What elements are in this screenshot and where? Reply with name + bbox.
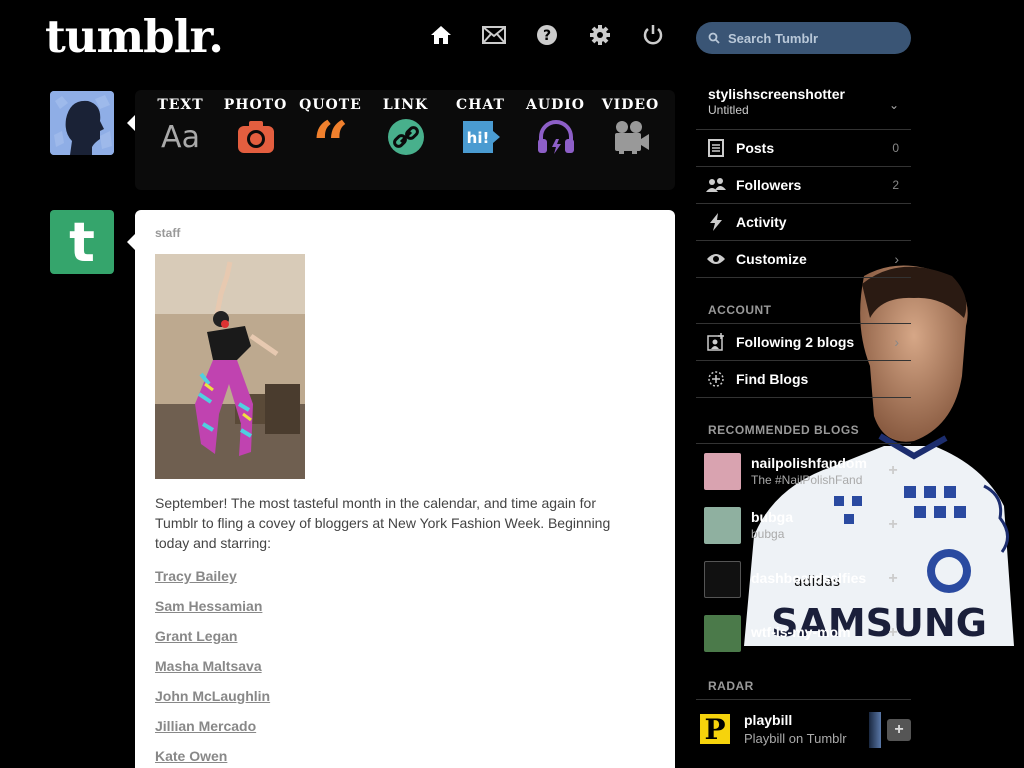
blog-thumbnail xyxy=(704,614,741,652)
radar-heading: RADAR xyxy=(696,672,911,700)
link-icon xyxy=(386,117,426,157)
post-type-video[interactable]: VIDEO xyxy=(593,96,668,190)
chevron-right-icon: › xyxy=(894,334,899,350)
chat-icon: hi! xyxy=(461,117,501,157)
post-type-text[interactable]: TEXT Aa xyxy=(143,96,218,190)
tumblr-logo[interactable]: tumblr. xyxy=(45,10,224,63)
sidebar-item-following[interactable]: Following 2 blogs › xyxy=(696,324,911,361)
follow-plus-icon[interactable]: + xyxy=(883,569,903,589)
blog-selector[interactable]: stylishscreenshotter Untitled ⌄ xyxy=(696,80,911,130)
sidebar-item-posts[interactable]: Posts 0 xyxy=(696,130,911,167)
post-link[interactable]: John McLaughlin xyxy=(155,681,655,711)
staff-avatar[interactable]: t xyxy=(50,210,114,274)
post-link[interactable]: Jillian Mercado xyxy=(155,711,655,741)
sidebar-item-activity[interactable]: Activity xyxy=(696,204,911,241)
posts-icon xyxy=(706,138,726,158)
blog-thumbnail xyxy=(704,506,741,544)
post-link-list: Tracy Bailey Sam Hessamian Grant Legan M… xyxy=(155,561,655,768)
home-icon[interactable] xyxy=(428,22,454,48)
post-type-chat[interactable]: CHAT hi! xyxy=(443,96,518,190)
right-sidebar: stylishscreenshotter Untitled ⌄ Posts 0 … xyxy=(696,80,911,660)
dashboard-post: staff September! The most tasteful month… xyxy=(135,210,675,768)
blog-name: stylishscreenshotter xyxy=(708,86,845,102)
blog-thumbnail xyxy=(704,560,741,598)
followers-icon xyxy=(706,175,726,195)
power-icon[interactable] xyxy=(640,22,666,48)
sidebar-item-customize[interactable]: Customize › xyxy=(696,241,911,278)
composer-pointer xyxy=(127,115,135,131)
follow-plus-icon[interactable]: + xyxy=(883,623,903,643)
mail-icon[interactable] xyxy=(481,22,507,48)
posts-count: 0 xyxy=(892,141,899,155)
sidebar-item-followers[interactable]: Followers 2 xyxy=(696,167,911,204)
lightning-icon xyxy=(706,212,726,232)
post-pointer xyxy=(127,234,135,250)
top-navigation: ? xyxy=(428,22,666,48)
search-bar[interactable]: Search Tumblr xyxy=(696,22,911,54)
blog-thumbnail xyxy=(704,452,741,490)
eye-icon xyxy=(706,249,726,269)
following-icon xyxy=(706,332,726,352)
recommended-blog[interactable]: nailpolishfandom The #NailPolishFand + xyxy=(696,444,911,498)
post-author[interactable]: staff xyxy=(155,226,655,240)
recommended-blog[interactable]: wtf-is-my-mom + xyxy=(696,606,911,660)
playbill-logo: P xyxy=(698,712,732,746)
post-type-audio[interactable]: AUDIO xyxy=(518,96,593,190)
gear-icon[interactable] xyxy=(587,22,613,48)
headphones-icon xyxy=(536,117,576,157)
sidebar-item-find-blogs[interactable]: Find Blogs xyxy=(696,361,911,398)
post-body: September! The most tasteful month in th… xyxy=(155,495,611,551)
text-icon: Aa xyxy=(161,119,200,155)
radar-blog[interactable]: P playbill Playbill on Tumblr + xyxy=(696,700,911,758)
quote-icon: “ xyxy=(312,108,349,183)
account-heading: ACCOUNT xyxy=(696,296,911,324)
chevron-right-icon: › xyxy=(894,251,899,267)
post-type-photo[interactable]: PHOTO xyxy=(218,96,293,190)
post-link[interactable]: Kate Owen xyxy=(155,741,655,768)
camera-icon xyxy=(236,117,276,157)
post-link[interactable]: Masha Maltsava xyxy=(155,651,655,681)
recommended-heading: RECOMMENDED BLOGS xyxy=(696,416,911,444)
search-input[interactable]: Search Tumblr xyxy=(728,31,818,46)
post-photo[interactable] xyxy=(155,254,305,479)
follow-plus-icon[interactable]: + xyxy=(883,461,903,481)
video-camera-icon xyxy=(611,117,651,157)
chevron-down-icon[interactable]: ⌄ xyxy=(889,98,899,112)
follow-plus-icon[interactable]: + xyxy=(887,719,911,741)
followers-count: 2 xyxy=(892,178,899,192)
post-type-link[interactable]: LINK xyxy=(368,96,443,190)
post-type-bar: TEXT Aa PHOTO QUOTE “ LINK CHAT hi! AUDI… xyxy=(135,90,675,190)
svg-text:hi!: hi! xyxy=(466,129,489,147)
post-link[interactable]: Sam Hessamian xyxy=(155,591,655,621)
post-link[interactable]: Grant Legan xyxy=(155,621,655,651)
follow-plus-icon[interactable]: + xyxy=(883,515,903,535)
recommended-blog[interactable]: bubga bubga + xyxy=(696,498,911,552)
svg-text:?: ? xyxy=(543,28,551,44)
recommended-blog[interactable]: dashboardselfies + xyxy=(696,552,911,606)
recommended-blogs-list: nailpolishfandom The #NailPolishFand + b… xyxy=(696,444,911,660)
post-type-quote[interactable]: QUOTE “ xyxy=(293,96,368,190)
search-icon xyxy=(708,32,720,44)
help-icon[interactable]: ? xyxy=(534,22,560,48)
blog-title: Untitled xyxy=(708,103,749,117)
find-blogs-icon xyxy=(706,369,726,389)
post-link[interactable]: Tracy Bailey xyxy=(155,561,655,591)
radar-section: RADAR P playbill Playbill on Tumblr + xyxy=(696,672,911,758)
user-avatar[interactable] xyxy=(50,91,114,155)
radar-post-preview[interactable] xyxy=(869,712,881,748)
